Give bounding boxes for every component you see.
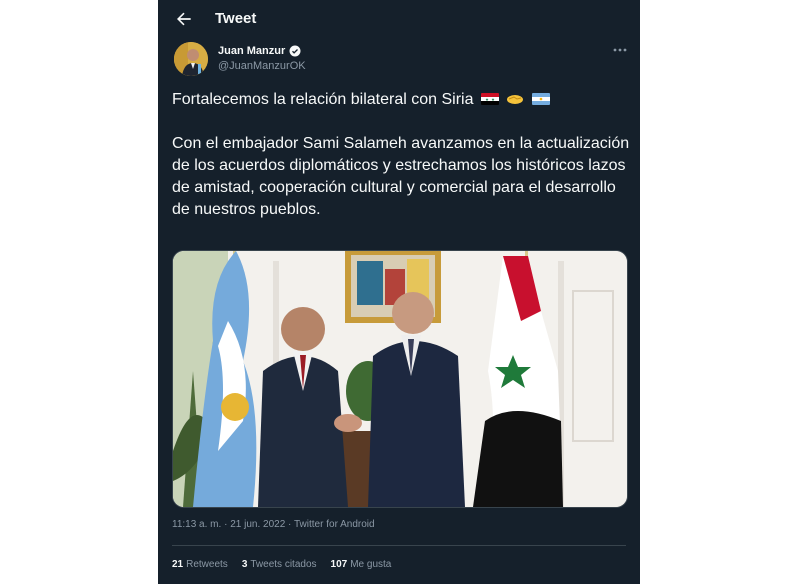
tweet-body: Con el embajador Sami Salameh avanzamos … [172,135,630,218]
quote-tweets-label: Tweets citados [250,559,317,570]
tweet-headline: Fortalecemos la relación bilateral con S… [172,91,474,108]
likes-count: 107 [330,559,348,570]
tweet-text: Fortalecemos la relación bilateral con S… [172,89,632,221]
tweet-panel: Tweet Juan Manzur @JuanManzurOK Fortalec… [158,0,640,584]
author-handle[interactable]: @JuanManzurOK [218,60,306,72]
tweet-time[interactable]: 11:13 a. m. [172,519,221,530]
tweet-date[interactable]: 21 jun. 2022 [230,519,285,530]
author-name: Juan Manzur [218,45,286,57]
argentina-flag-icon [531,93,550,105]
meta-separator: · [224,519,228,530]
meta-separator: · [288,519,292,530]
tweet-meta: 11:13 a. m. · 21 jun. 2022 · Twitter for… [172,519,375,530]
tweet-line-1: Fortalecemos la relación bilateral con S… [172,89,632,111]
top-bar: Tweet [158,0,640,38]
verified-badge-icon [289,45,301,57]
avatar[interactable] [174,42,208,76]
likes-label: Me gusta [350,559,392,570]
likes-stat[interactable]: 107 Me gusta [331,559,392,570]
retweets-label: Retweets [186,559,228,570]
divider [172,545,626,546]
more-options-icon[interactable] [612,44,628,56]
tweet-source[interactable]: Twitter for Android [294,519,375,530]
retweets-stat[interactable]: 21 Retweets [172,559,228,570]
photo-scene [173,251,627,507]
handshake-icon [507,95,524,104]
quote-tweets-count: 3 [241,559,248,570]
page-title: Tweet [215,10,257,27]
author-name-row[interactable]: Juan Manzur [218,45,301,57]
tweet-photo[interactable] [172,250,628,508]
retweets-count: 21 [172,559,184,570]
syria-flag-icon [480,93,499,105]
back-arrow-icon[interactable] [174,9,194,29]
tweet-stats: 21 Retweets 3 Tweets citados 107 Me gusta [172,559,391,570]
quote-tweets-stat[interactable]: 3 Tweets citados [242,559,317,570]
avatar-image [174,42,208,76]
